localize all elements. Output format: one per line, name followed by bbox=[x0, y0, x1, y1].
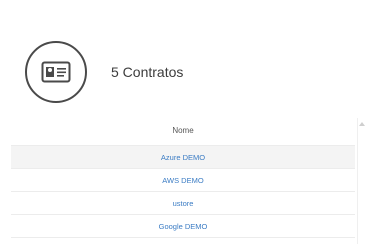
table-row[interactable]: Azure DEMO bbox=[11, 146, 355, 169]
column-header-nome[interactable]: Nome bbox=[11, 116, 355, 146]
id-card-icon bbox=[25, 41, 87, 103]
contracts-header: 5 Contratos bbox=[25, 41, 184, 103]
scroll-up-arrow-icon[interactable] bbox=[359, 122, 365, 126]
table-row[interactable]: Google DEMO bbox=[11, 215, 355, 238]
page-title: 5 Contratos bbox=[111, 64, 184, 80]
table-scrollbar[interactable] bbox=[357, 118, 366, 244]
table-row[interactable]: AWS DEMO bbox=[11, 169, 355, 192]
contracts-table: Nome Azure DEMO AWS DEMO ustore Google D… bbox=[11, 116, 355, 244]
table-row[interactable]: ustore bbox=[11, 192, 355, 215]
